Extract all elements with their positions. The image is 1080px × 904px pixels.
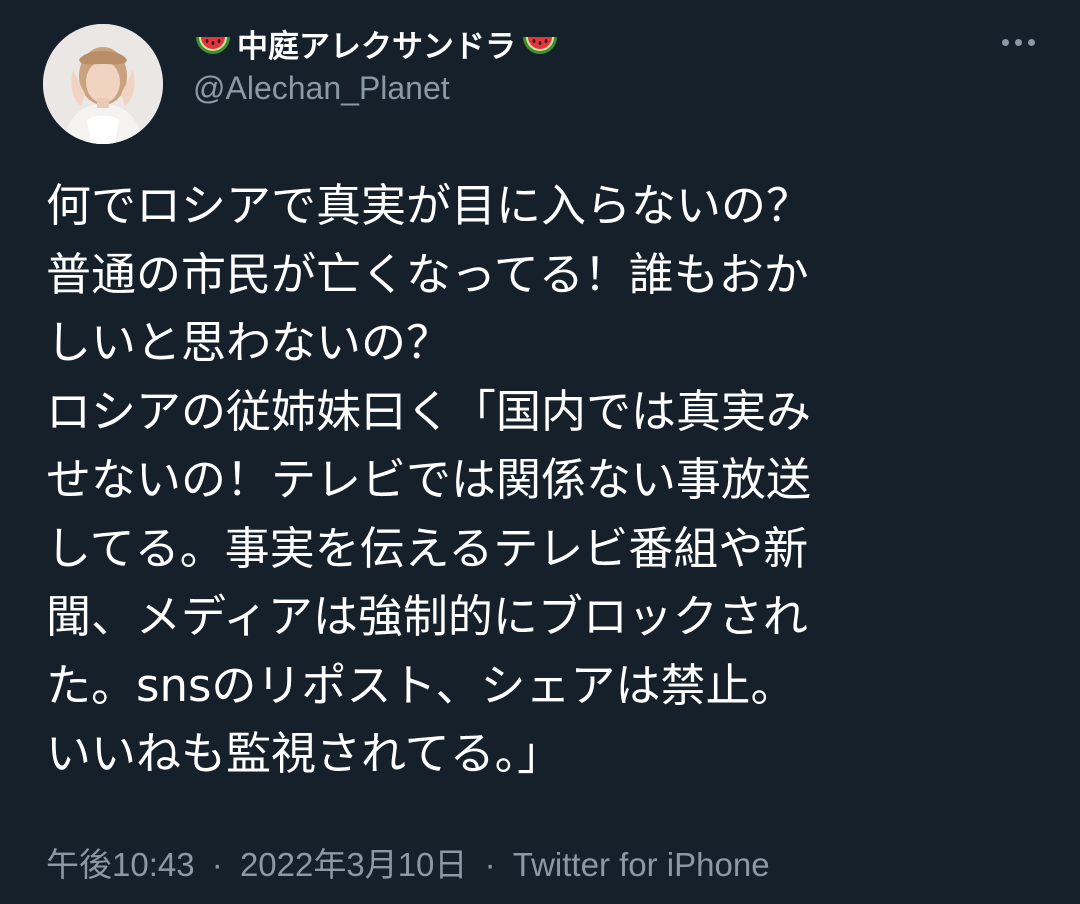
tweet-text-line: してる。事実を伝えるテレビ番組や新 bbox=[46, 521, 809, 575]
tweet-date[interactable]: 2022年3月10日 bbox=[240, 846, 467, 883]
avatar[interactable] bbox=[43, 24, 163, 144]
tweet-time[interactable]: 午後10:43 bbox=[46, 846, 195, 883]
dot-icon bbox=[1001, 38, 1009, 46]
author-handle[interactable]: @Alechan_Planet bbox=[193, 70, 450, 107]
tweet-text-line: た。snsのリポスト、シェアは禁止。 bbox=[46, 658, 796, 712]
author-display-name: 中庭アレクサンドラ bbox=[237, 28, 516, 65]
tweet-text-line: ロシアの従姉妹曰く「国内では真実み bbox=[46, 384, 812, 438]
dot-icon bbox=[1014, 38, 1022, 46]
tweet-text-line: 普通の市民が亡くなってる！誰もおか bbox=[46, 247, 809, 301]
tweet-text: 何でロシアで真実が目に入らないの？ 普通の市民が亡くなってる！誰もおか しいと思… bbox=[46, 172, 1046, 789]
tweet-source-link[interactable]: Twitter for iPhone bbox=[513, 846, 770, 883]
tweet-text-line: 聞、メディアは強制的にブロックされ bbox=[46, 590, 808, 643]
tweet-text-line: しいと思わないの？ bbox=[46, 316, 452, 369]
dot-icon bbox=[1027, 38, 1035, 46]
watermelon-icon bbox=[523, 37, 557, 54]
separator: · bbox=[211, 846, 223, 883]
tweet-detail: 中庭アレクサンドラ @Alechan_Planet 何でロシアで真実が目に入らな… bbox=[0, 0, 1080, 904]
tweet-text-line: 何でロシアで真実が目に入らないの？ bbox=[46, 179, 812, 232]
watermelon-icon bbox=[196, 37, 230, 54]
avatar-photo bbox=[43, 24, 163, 144]
tweet-text-line: いいねも監視されてる。」 bbox=[46, 727, 563, 780]
separator: · bbox=[484, 846, 496, 883]
tweet-text-line: せないの！テレビでは関係ない事放送 bbox=[46, 453, 812, 506]
more-options-button[interactable] bbox=[996, 24, 1040, 60]
author-name-row[interactable]: 中庭アレクサンドラ bbox=[193, 20, 560, 66]
tweet-metadata: 午後10:43 · 2022年3月10日 · Twitter for iPhon… bbox=[46, 838, 770, 886]
